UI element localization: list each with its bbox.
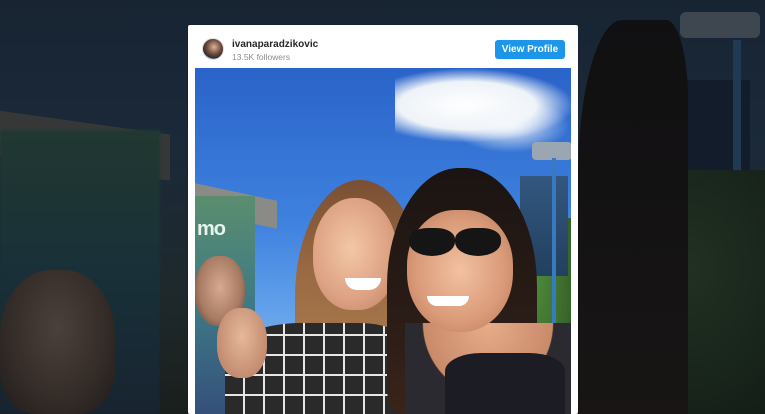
sunglasses [393, 228, 501, 256]
avatar[interactable] [202, 38, 224, 60]
username[interactable]: ivanaparadzikovic [232, 39, 318, 50]
sunglasses-lens-left [409, 228, 455, 256]
embed-header: ivanaparadzikovic 13.5K followers View P… [188, 25, 578, 68]
sunglasses-lens-right [455, 228, 501, 256]
woman-right-top [445, 353, 565, 414]
booth-sign: mo [197, 218, 226, 240]
arm [217, 308, 267, 378]
follower-count: 13.5K followers [232, 52, 291, 62]
instagram-embed: ivanaparadzikovic 13.5K followers View P… [188, 25, 578, 414]
woman-left-face [313, 198, 397, 310]
woman-right-smile [427, 296, 469, 306]
view-profile-button[interactable]: View Profile [495, 40, 565, 59]
post-photo[interactable]: mo [195, 68, 571, 414]
